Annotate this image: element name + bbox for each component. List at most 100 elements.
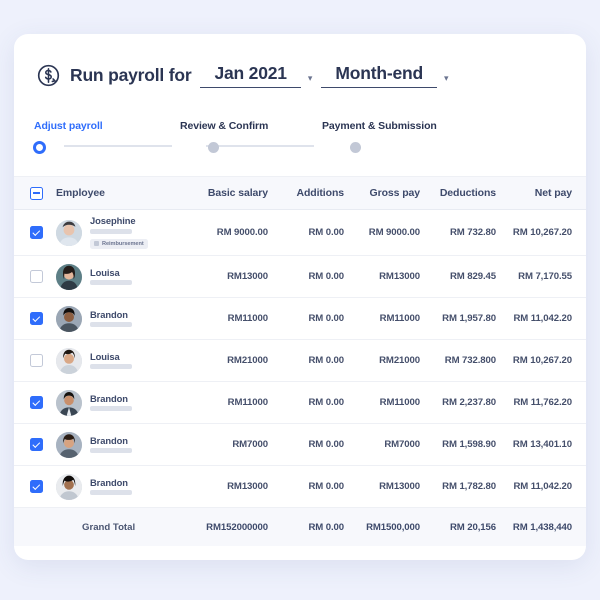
cell-basic-salary: RM11000 (227, 313, 268, 324)
status-badge: Reimbursement (90, 238, 148, 249)
progress-stepper: Adjust payroll Review & Confirm Payment … (33, 120, 454, 160)
cell-net-pay: RM 7,170.55 (518, 271, 572, 282)
cell-deductions: RM 1,782.80 (442, 481, 496, 492)
column-header-employee: Employee (56, 187, 105, 199)
cell-gross-pay: RM7000 (384, 439, 420, 450)
step-dot-icon (33, 141, 46, 154)
cell-basic-salary: RM13000 (227, 481, 268, 492)
chevron-down-icon[interactable]: ▾ (444, 73, 449, 88)
avatar (56, 389, 82, 416)
cell-additions: RM 0.00 (308, 481, 344, 492)
total-net-pay: RM 1,438,440 (512, 521, 572, 533)
employee-detail-placeholder (90, 364, 132, 370)
cell-gross-pay: RM13000 (379, 481, 420, 492)
cycle-field[interactable]: Month-end ▾ (321, 63, 449, 88)
cell-gross-pay: RM 9000.00 (368, 227, 420, 238)
cell-additions: RM 0.00 (308, 313, 344, 324)
table-row[interactable]: Louisa RM13000 RM 0.00 RM13000 RM 829.45… (14, 256, 586, 298)
grand-total-row: Grand Total RM152000000 RM 0.00 RM1500,0… (14, 508, 586, 546)
badge-square-icon (94, 241, 99, 247)
period-field[interactable]: Jan 2021 ▾ (200, 63, 312, 88)
chevron-down-icon[interactable]: ▾ (308, 73, 313, 88)
avatar (56, 305, 82, 332)
cell-deductions: RM 732.800 (444, 355, 496, 366)
total-additions: RM 0.00 (308, 521, 344, 533)
table-row[interactable]: Brandon RM11000 RM 0.00 RM11000 RM 1,957… (14, 298, 586, 340)
employee-cell: Brandon (56, 305, 194, 332)
row-checkbox[interactable] (30, 354, 43, 367)
avatar (56, 219, 82, 246)
cell-additions: RM 0.00 (308, 227, 344, 238)
employee-cell: Brandon (56, 473, 194, 500)
cycle-value[interactable]: Month-end (321, 63, 437, 88)
payroll-dollar-refresh-icon (37, 64, 60, 86)
grand-total-label: Grand Total (82, 521, 136, 533)
avatar (56, 473, 82, 500)
cell-deductions: RM 1,957.80 (442, 313, 496, 324)
avatar (56, 347, 82, 374)
row-checkbox[interactable] (30, 226, 43, 239)
cell-basic-salary: RM21000 (227, 355, 268, 366)
step-adjust-payroll[interactable]: Adjust payroll (33, 120, 103, 154)
column-header-deductions: Deductions (439, 187, 496, 199)
cell-net-pay: RM 11,042.20 (513, 313, 572, 324)
employee-name: Louisa (90, 266, 120, 278)
cell-gross-pay: RM11000 (379, 397, 420, 408)
page-header: Run payroll for Jan 2021 ▾ Month-end ▾ (14, 34, 586, 92)
table-header-row: Employee Basic salary Additions Gross pa… (14, 176, 586, 210)
step-label: Payment & Submission (322, 120, 437, 132)
step-dot-icon (208, 142, 219, 153)
column-header-net-pay: Net pay (534, 187, 572, 199)
cell-gross-pay: RM13000 (379, 271, 420, 282)
employee-name: Brandon (90, 434, 128, 446)
cell-additions: RM 0.00 (308, 439, 344, 450)
table-row[interactable]: Louisa RM21000 RM 0.00 RM21000 RM 732.80… (14, 340, 586, 382)
cell-deductions: RM 1,598.90 (442, 439, 496, 450)
employee-cell: Brandon (56, 389, 194, 416)
row-checkbox[interactable] (30, 396, 43, 409)
employee-name: Louisa (90, 350, 120, 362)
row-checkbox[interactable] (30, 270, 43, 283)
cell-basic-salary: RM11000 (227, 397, 268, 408)
cell-additions: RM 0.00 (308, 355, 344, 366)
employee-detail-placeholder (90, 280, 132, 286)
cell-gross-pay: RM11000 (379, 313, 420, 324)
employee-detail-placeholder (90, 406, 132, 412)
employee-cell: Louisa (56, 347, 194, 374)
cell-deductions: RM 732.80 (449, 227, 496, 238)
employee-detail-placeholder (90, 448, 132, 454)
row-checkbox[interactable] (30, 480, 43, 493)
row-checkbox[interactable] (30, 438, 43, 451)
employee-name: Brandon (90, 392, 128, 404)
employee-cell: Brandon (56, 431, 194, 458)
step-payment-submission[interactable]: Payment & Submission (322, 120, 437, 153)
employee-name: Brandon (90, 308, 128, 320)
cell-net-pay: RM 10,267.20 (512, 355, 572, 366)
row-checkbox[interactable] (30, 312, 43, 325)
step-review-confirm[interactable]: Review & Confirm (180, 120, 268, 153)
cell-net-pay: RM 10,267.20 (512, 227, 572, 238)
avatar (56, 263, 82, 290)
period-value[interactable]: Jan 2021 (200, 63, 301, 88)
table-row[interactable]: Brandon RM7000 RM 0.00 RM7000 RM 1,598.9… (14, 424, 586, 466)
payroll-table: Employee Basic salary Additions Gross pa… (14, 176, 586, 546)
select-all-checkbox[interactable] (30, 186, 43, 200)
employee-name: Brandon (90, 476, 128, 488)
table-row[interactable]: Josephine Reimbursement RM 9000.00 RM 0.… (14, 210, 586, 256)
total-deductions: RM 20,156 (449, 521, 496, 533)
employee-detail-placeholder (90, 490, 132, 496)
page-title: Run payroll for (70, 64, 192, 85)
employee-cell: Louisa (56, 263, 194, 290)
cell-basic-salary: RM 9000.00 (216, 227, 268, 238)
employee-name: Josephine (90, 215, 136, 227)
cell-net-pay: RM 13,401.10 (512, 439, 572, 450)
cell-deductions: RM 2,237.80 (442, 397, 496, 408)
cell-net-pay: RM 11,762.20 (513, 397, 572, 408)
table-row[interactable]: Brandon RM13000 RM 0.00 RM13000 RM 1,782… (14, 466, 586, 508)
cell-deductions: RM 829.45 (449, 271, 496, 282)
select-all-cell[interactable] (30, 186, 56, 200)
employee-cell: Josephine Reimbursement (56, 215, 194, 249)
employee-detail-placeholder (90, 322, 132, 328)
table-row[interactable]: Brandon RM11000 RM 0.00 RM11000 RM 2,237… (14, 382, 586, 424)
step-label: Adjust payroll (34, 120, 103, 132)
